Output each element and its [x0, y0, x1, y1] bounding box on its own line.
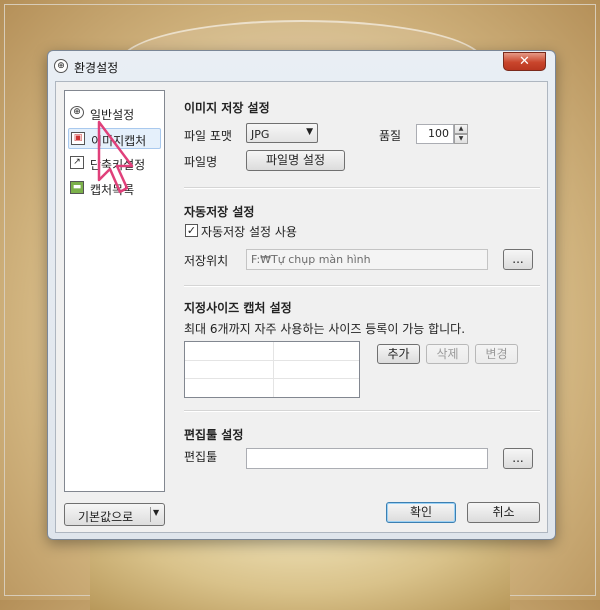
filename-label: 파일명	[184, 155, 218, 169]
save-location-label: 저장위치	[184, 254, 229, 268]
filename-settings-button[interactable]: 파일명 설정	[246, 150, 345, 171]
size-capture-description: 최대 6개까지 자주 사용하는 사이즈 등록이 가능 합니다.	[184, 322, 466, 336]
quality-up-button[interactable]: ▲	[454, 124, 468, 134]
file-format-value: JPG	[251, 128, 270, 141]
browse-location-button[interactable]: ...	[503, 249, 533, 270]
general-settings-icon: ⊕	[70, 106, 84, 119]
size-capture-title: 지정사이즈 캡처 설정	[184, 301, 292, 315]
file-format-label: 파일 포맷	[184, 129, 232, 143]
image-save-title: 이미지 저장 설정	[184, 101, 270, 115]
section-divider	[184, 285, 540, 287]
title-bar[interactable]: ⊕ 환경설정 ✕	[48, 51, 555, 81]
ok-button[interactable]: 확인	[386, 502, 456, 523]
file-format-select[interactable]: JPG ▼	[246, 123, 318, 143]
add-size-button[interactable]: 추가	[377, 344, 420, 364]
autosave-title: 자동저장 설정	[184, 205, 255, 219]
chevron-down-icon: ▼	[306, 127, 313, 137]
browse-editor-button[interactable]: ...	[503, 448, 533, 469]
close-button[interactable]: ✕	[503, 52, 546, 71]
section-divider	[184, 410, 540, 412]
quality-label: 품질	[379, 129, 402, 143]
autosave-checkbox-label: 자동저장 설정 사용	[201, 225, 297, 239]
window-title: 환경설정	[74, 61, 119, 75]
reset-defaults-button[interactable]: 기본값으로 ▼	[64, 503, 165, 526]
capture-list-icon: ▬	[70, 181, 84, 194]
size-list-table[interactable]	[184, 341, 360, 398]
edit-size-button[interactable]: 변경	[475, 344, 518, 364]
image-capture-icon: ▣	[71, 132, 85, 145]
editor-label: 편집툴	[184, 450, 218, 464]
save-location-field[interactable]: F:₩Tự chụp màn hình	[246, 249, 488, 270]
split-divider	[150, 507, 151, 522]
quality-down-button[interactable]: ▼	[454, 134, 468, 144]
delete-size-button[interactable]: 삭제	[426, 344, 469, 364]
shortcut-icon: ↗	[70, 156, 84, 169]
editor-path-field[interactable]	[246, 448, 488, 469]
section-divider	[184, 187, 540, 189]
mouse-pointer-icon	[97, 120, 134, 194]
grid-line	[185, 360, 359, 361]
reset-defaults-label: 기본값으로	[78, 510, 134, 524]
autosave-checkbox[interactable]: ✓	[185, 224, 198, 237]
app-icon: ⊕	[54, 59, 68, 73]
grid-line	[185, 378, 359, 379]
cancel-button[interactable]: 취소	[467, 502, 540, 523]
grid-line	[273, 342, 274, 397]
quality-input[interactable]: 100	[416, 124, 454, 144]
dropdown-arrow-icon[interactable]: ▼	[153, 508, 159, 517]
editor-title: 편집툴 설정	[184, 428, 244, 442]
